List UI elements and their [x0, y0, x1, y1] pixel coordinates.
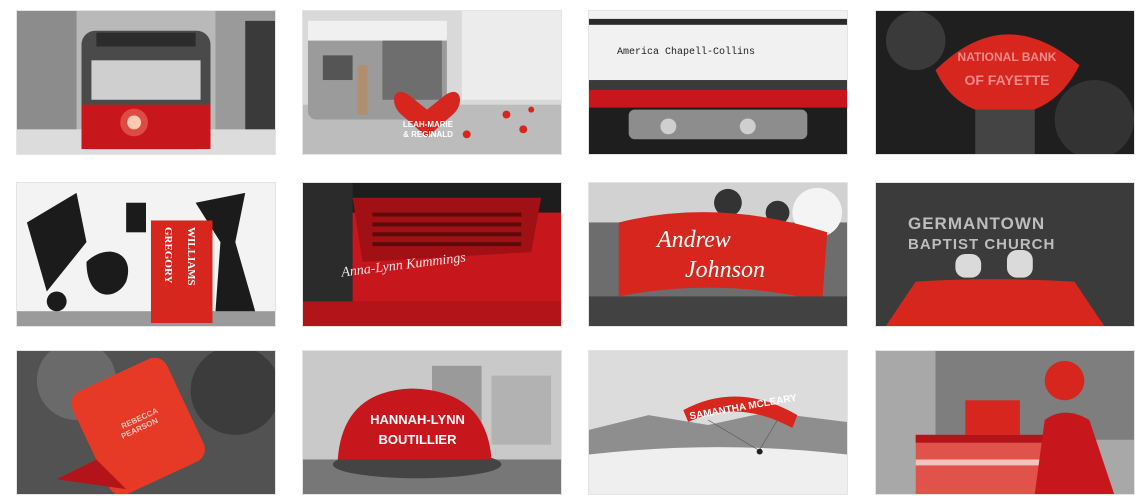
- sidewalk-text-line-2: BAPTIST CHURCH: [908, 236, 1056, 253]
- umbrella-text-line-2: OF FAYETTE: [964, 72, 1050, 88]
- gallery-tile-umbrella[interactable]: NATIONAL BANK OF FAYETTE: [875, 10, 1135, 155]
- gifts-photo: [876, 351, 1134, 494]
- gallery-tile-typewriter[interactable]: America Chapell-Collins: [588, 10, 848, 155]
- paraglider-photo: [589, 351, 847, 494]
- heart-caption-line-2: & REGINALD: [403, 130, 453, 139]
- banner-text-first: Andrew: [657, 227, 731, 253]
- gallery-tile-red-car[interactable]: Anna-Lynn Kummings: [302, 182, 562, 327]
- gallery-tile-paraglider[interactable]: SAMANTHA MCLEARY: [588, 350, 848, 495]
- gallery-tile-phone[interactable]: REBECCA PEARSON: [16, 350, 276, 495]
- typewriter-text: America Chapell-Collins: [617, 47, 756, 58]
- umbrella-text-line-1: NATIONAL BANK: [957, 50, 1057, 64]
- gallery-tile-gifts[interactable]: [875, 350, 1135, 495]
- banner-crowd-photo: [589, 183, 847, 326]
- gallery-tile-banner-crowd[interactable]: Andrew Johnson: [588, 182, 848, 327]
- typewriter-photo: [589, 11, 847, 154]
- heart-caption-line-1: LEAH-MARIE: [402, 120, 454, 129]
- streetcar-photo: [17, 11, 275, 154]
- banner-text-last: Johnson: [685, 257, 765, 283]
- sidewalk-text-line-1: GERMANTOWN: [908, 214, 1046, 233]
- gallery-tile-cap[interactable]: HANNAH-LYNN BOUTILLIER: [302, 350, 562, 495]
- gallery-tile-streetcar[interactable]: [16, 10, 276, 155]
- gallery-tile-mural-sign[interactable]: GREGORY WILLIAMS: [16, 182, 276, 327]
- sign-text-last: WILLIAMS: [185, 227, 197, 286]
- sign-text-first: GREGORY: [162, 227, 174, 284]
- photo-gallery-grid: LEAH-MARIE & REGINALD America Chapell-Co…: [16, 10, 1136, 496]
- cap-text-line-2: BOUTILLIER: [378, 432, 457, 447]
- gallery-tile-sidewalk[interactable]: GERMANTOWN BAPTIST CHURCH: [875, 182, 1135, 327]
- mural-sign-photo: [17, 183, 275, 326]
- sidewalk-photo: [876, 183, 1134, 326]
- gallery-tile-camper-heart[interactable]: LEAH-MARIE & REGINALD: [302, 10, 562, 155]
- cap-text-line-1: HANNAH-LYNN: [370, 412, 465, 427]
